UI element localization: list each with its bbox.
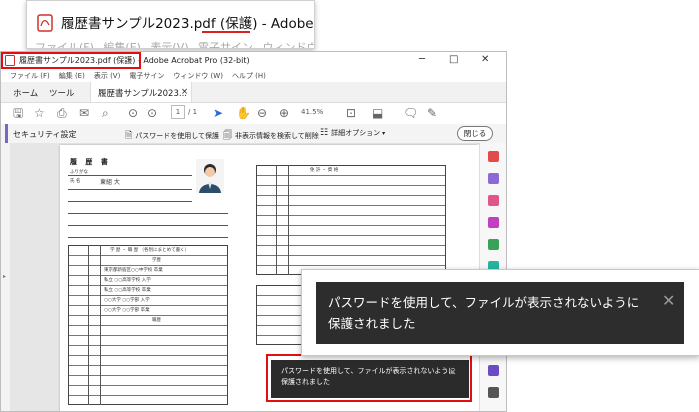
protect-icon[interactable]	[488, 365, 499, 376]
tab-document-label: 履歴書サンプル2023...	[98, 89, 187, 99]
page-number-input[interactable]: 1	[171, 105, 185, 119]
fill-sign-icon[interactable]	[488, 217, 499, 228]
history-row-3: 私立 ○○高等学校 卒業	[104, 288, 151, 293]
toast-large-line1: パスワードを使用して、ファイルが表示されないように	[328, 295, 640, 310]
tab-close-icon[interactable]: ×	[181, 87, 188, 97]
zoom-callout-toast: パスワードを使用して、ファイルが表示されないように 保護されました ✕	[301, 269, 699, 356]
encrypt-password-button[interactable]: 🗎 パスワードを使用して保護	[125, 128, 219, 144]
menu-esign[interactable]: 電子サイン	[129, 71, 164, 81]
hand-tool-icon[interactable]: ✋	[236, 107, 251, 119]
menu-help[interactable]: ヘルプ (H)	[232, 71, 266, 81]
remove-hidden-icon: 🗐	[223, 131, 232, 141]
close-security-button[interactable]: 閉じる	[457, 126, 493, 141]
tab-home[interactable]: ホーム	[13, 87, 38, 99]
more-tools-icon[interactable]	[488, 387, 499, 398]
job-center-label: 職歴	[152, 318, 161, 323]
history-row-2: 私立 ○○高等学校 入学	[104, 278, 151, 283]
close-window-button[interactable]: ✕	[481, 54, 489, 65]
zoom-out-icon[interactable]: ⊖	[257, 107, 267, 119]
select-cursor-icon[interactable]: ➤	[213, 107, 223, 119]
page-up-icon[interactable]: ⊙	[128, 107, 138, 119]
remove-hidden-button[interactable]: 🗐 非表示情報を検索して削除	[223, 128, 319, 144]
toast-large-message: パスワードを使用して、ファイルが表示されないように 保護されました	[328, 292, 639, 334]
lock-icon: 🗎	[125, 131, 133, 141]
zoom-window-title: 履歴書サンプル2023.pdf (保護) - Adobe Acrobat	[61, 16, 314, 32]
history-row-5: ○○大学 ○○学部 卒業	[104, 308, 150, 313]
protected-underline	[202, 31, 250, 33]
mail-icon[interactable]: ✉	[79, 107, 89, 119]
export-pdf-icon[interactable]	[488, 195, 499, 206]
pen-icon[interactable]: ✎	[427, 107, 437, 119]
toast-large-close-icon[interactable]: ✕	[662, 291, 675, 310]
toast-highlight-box	[266, 354, 472, 402]
scroll-mode-icon[interactable]: ⬓	[372, 107, 383, 119]
name-value: 東組 大	[100, 179, 120, 186]
toast-large-line2: 保護されました	[328, 316, 416, 331]
edit-pdf-icon[interactable]	[488, 173, 499, 184]
more-options-label: 詳細オプション	[331, 129, 381, 137]
menu-edit[interactable]: 編集 (E)	[59, 71, 85, 81]
toast-notification-large: パスワードを使用して、ファイルが表示されないように 保護されました ✕	[316, 282, 684, 344]
page-total: / 1	[188, 108, 198, 116]
history-row-4: ○○大学 ○○学部 入学	[104, 298, 150, 303]
menu-view[interactable]: 表示 (V)	[94, 71, 120, 81]
license-header: 免 許 ・ 資 格	[310, 168, 339, 173]
page-down-icon[interactable]: ⊙	[147, 107, 157, 119]
create-pdf-icon[interactable]	[488, 151, 499, 162]
name-label: 氏 名	[70, 179, 81, 184]
print-icon[interactable]: ⎙	[57, 107, 67, 119]
tab-bar: ホーム ツール 履歴書サンプル2023... ×	[1, 82, 506, 103]
zoom-callout-title: 履歴書サンプル2023.pdf (保護) - Adobe Acrobat ファイ…	[26, 0, 315, 49]
minimize-button[interactable]: ─	[419, 54, 425, 65]
history-header: 学 歴 ・ 職 歴 （各別にまとめて書く）	[110, 248, 190, 253]
page-fit-icon[interactable]: ⊡	[346, 107, 356, 119]
more-options-button[interactable]: ☷ 詳細オプション ▾	[320, 128, 385, 138]
license-table	[256, 165, 446, 275]
accent-strip	[5, 124, 8, 143]
tab-tools[interactable]: ツール	[49, 87, 75, 99]
expand-left-icon[interactable]: ▸	[3, 273, 6, 280]
zoom-menu-faded: ファイル(F) 編集(E) 表示(V) 電子サイン ウィンドウ	[35, 41, 315, 49]
menu-file[interactable]: ファイル (F)	[10, 71, 50, 81]
security-settings-bar: セキュリティ設定 🗎 パスワードを使用して保護 🗐 非表示情報を検索して削除 ☷…	[1, 124, 506, 144]
pdf-file-icon	[37, 14, 53, 32]
comment-icon[interactable]: 🗨	[403, 107, 418, 119]
combine-files-icon[interactable]	[488, 239, 499, 250]
zoom-in-icon[interactable]: ⊕	[279, 107, 289, 119]
save-icon[interactable]: 🖫	[13, 107, 23, 119]
history-center-label: 学歴	[152, 258, 161, 263]
photo-avatar	[196, 159, 224, 193]
tab-document[interactable]: 履歴書サンプル2023... ×	[90, 82, 192, 102]
zoom-level[interactable]: 41.5%	[301, 108, 323, 116]
title-highlight-box	[1, 52, 141, 69]
menu-window[interactable]: ウィンドウ (W)	[173, 71, 223, 81]
search-icon[interactable]: ⌕	[102, 107, 109, 119]
resume-title: 履 歴 書	[70, 158, 111, 166]
encrypt-password-label: パスワードを使用して保護	[135, 132, 220, 140]
maximize-button[interactable]: □	[449, 54, 458, 65]
toolbar: 🖫 ☆ ⎙ ✉ ⌕ ⊙ ⊙ 1 / 1 ➤ ✋ ⊖ ⊕ 41.5% ⊡ ⬓ 🗨 …	[1, 102, 506, 125]
options-icon: ☷	[320, 128, 329, 138]
bookmark-star-icon[interactable]: ☆	[34, 107, 45, 119]
remove-hidden-label: 非表示情報を検索して削除	[235, 132, 319, 140]
menu-bar: ファイル (F) 編集 (E) 表示 (V) 電子サイン ウィンドウ (W) ヘ…	[1, 70, 506, 82]
security-title: セキュリティ設定	[13, 130, 77, 139]
chevron-down-icon: ▾	[382, 129, 386, 137]
history-row-1: 東京都新宿区○○中学校 卒業	[104, 268, 163, 273]
